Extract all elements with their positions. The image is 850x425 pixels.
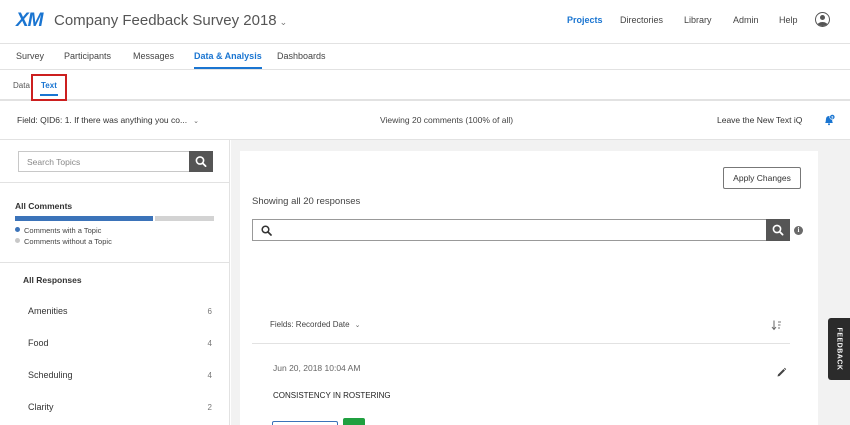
response-search-button[interactable] [766, 219, 790, 241]
user-account-icon[interactable] [815, 12, 830, 27]
topic-count: 4 [207, 371, 212, 380]
search-topics-button[interactable] [189, 151, 213, 172]
legend-with-topic-label: Comments with a Topic [24, 226, 102, 235]
showing-responses-text: Showing all 20 responses [252, 196, 361, 207]
blue-dot-icon [15, 227, 20, 232]
response-search-box [252, 219, 790, 241]
nav-library[interactable]: Library [684, 15, 712, 25]
apply-changes-button[interactable]: Apply Changes [723, 167, 801, 189]
response-action-button[interactable] [343, 418, 365, 425]
topic-name: Clarity [28, 402, 54, 412]
topic-count: 2 [207, 403, 212, 412]
project-title-dropdown[interactable]: Company Feedback Survey 2018 ⌄ [54, 12, 287, 29]
comments-without-topic-bar [155, 216, 214, 221]
search-icon [772, 224, 784, 236]
comments-with-topic-bar [15, 216, 153, 221]
response-date: Jun 20, 2018 10:04 AM [273, 363, 361, 373]
text-tab-highlight [31, 74, 67, 101]
all-responses-title[interactable]: All Responses [23, 275, 82, 285]
topic-item[interactable]: Food 4 [28, 338, 212, 348]
chevron-down-icon: ⌄ [193, 118, 199, 125]
topic-name: Amenities [28, 306, 68, 316]
tab-dashboards[interactable]: Dashboards [277, 51, 326, 61]
project-subnav: Survey Participants Messages Data & Anal… [0, 44, 850, 70]
all-comments-title[interactable]: All Comments [15, 201, 72, 211]
edit-pencil-icon[interactable] [776, 367, 787, 378]
nav-help[interactable]: Help [779, 15, 798, 25]
response-text: CONSISTENCY IN ROSTERING [273, 391, 391, 400]
sort-field-dropdown[interactable]: Fields: Recorded Date ⌄ [270, 320, 360, 329]
nav-admin[interactable]: Admin [733, 15, 759, 25]
search-topics-input[interactable] [19, 152, 190, 171]
search-icon [261, 225, 272, 236]
card-divider [252, 343, 790, 344]
feedback-tab[interactable]: FEEDBACK [828, 318, 850, 380]
sidebar-divider [0, 262, 229, 263]
info-icon[interactable]: i [794, 226, 803, 235]
topic-item[interactable]: Clarity 2 [28, 402, 212, 412]
legend-with-topic: Comments with a Topic [15, 226, 101, 235]
notification-icon[interactable]: 3 [823, 114, 835, 126]
topics-sidebar: All Comments Comments with a Topic Comme… [0, 140, 230, 425]
project-title: Company Feedback Survey 2018 [54, 12, 277, 29]
sort-order-icon[interactable] [771, 319, 783, 331]
topic-count: 6 [207, 307, 212, 316]
chevron-down-icon: ⌄ [279, 17, 288, 27]
tab-data[interactable]: Data [13, 81, 30, 90]
leave-text-iq-link[interactable]: Leave the New Text iQ [717, 115, 802, 125]
legend-without-topic-label: Comments without a Topic [24, 237, 112, 246]
topic-name: Food [28, 338, 49, 348]
topic-item[interactable]: Amenities 6 [28, 306, 212, 316]
sidebar-divider [0, 182, 229, 183]
grey-dot-icon [15, 238, 20, 243]
topic-item[interactable]: Scheduling 4 [28, 370, 212, 380]
nav-directories[interactable]: Directories [620, 15, 663, 25]
tab-messages[interactable]: Messages [133, 51, 174, 61]
search-topics-box [18, 151, 213, 172]
response-topic-button[interactable] [272, 421, 338, 425]
search-icon [195, 156, 207, 168]
nav-projects[interactable]: Projects [567, 15, 603, 25]
feedback-tab-label: FEEDBACK [835, 327, 843, 371]
field-selector-label: Field: QID6: 1. If there was anything yo… [17, 115, 188, 125]
response-search-input[interactable] [279, 220, 759, 240]
legend-without-topic: Comments without a Topic [15, 237, 112, 246]
chevron-down-icon: ⌄ [354, 322, 361, 329]
field-selector[interactable]: Field: QID6: 1. If there was anything yo… [17, 115, 199, 125]
tab-survey[interactable]: Survey [16, 51, 44, 61]
view-tabs: Data Text [0, 70, 850, 101]
viewing-count: Viewing 20 comments (100% of all) [380, 115, 514, 125]
topic-count: 4 [207, 339, 212, 348]
responses-card [240, 151, 818, 425]
field-bar: Field: QID6: 1. If there was anything yo… [0, 101, 850, 140]
topic-name: Scheduling [28, 370, 73, 380]
tab-data-analysis[interactable]: Data & Analysis [194, 51, 262, 69]
top-bar: XM Company Feedback Survey 2018 ⌄ Project… [0, 0, 850, 44]
tab-participants[interactable]: Participants [64, 51, 111, 61]
xm-logo[interactable]: XM [16, 10, 43, 32]
sort-field-label: Fields: Recorded Date [270, 320, 350, 329]
